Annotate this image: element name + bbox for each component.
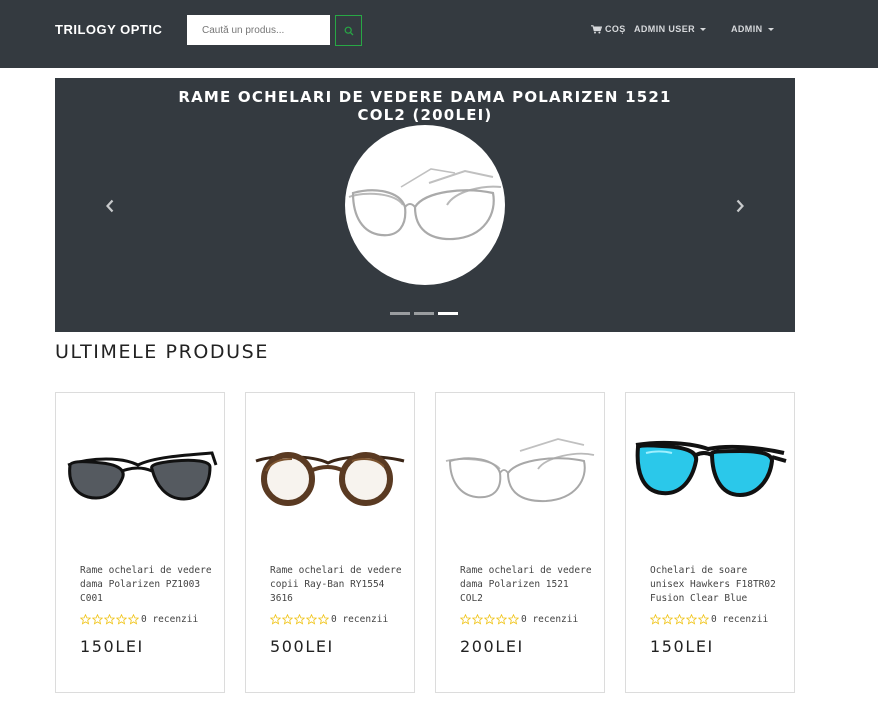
carousel-indicator-1[interactable]: [390, 312, 410, 315]
star-outline-icon: [472, 614, 483, 625]
rating-stars: [460, 614, 519, 625]
star-outline-icon: [116, 614, 127, 625]
chevron-left-icon: [106, 199, 114, 213]
cart-label: COȘ: [605, 24, 626, 34]
star-outline-icon: [650, 614, 661, 625]
review-count: 0 recenzii: [521, 614, 579, 625]
section-title: ULTIMELE PRODUSE: [55, 341, 269, 363]
carousel-indicator-3[interactable]: [438, 312, 458, 315]
product-name[interactable]: Rame ochelari de vedere copii Ray-Ban RY…: [270, 564, 405, 606]
cart-link[interactable]: COȘ: [591, 24, 626, 34]
product-image[interactable]: [632, 431, 788, 517]
star-outline-icon: [294, 614, 305, 625]
product-card[interactable]: Rame ochelari de vedere dama Polarizen P…: [55, 392, 225, 693]
rating-stars: [80, 614, 139, 625]
star-outline-icon: [92, 614, 103, 625]
chevron-right-icon: [736, 199, 744, 213]
user-dropdown-toggle[interactable]: ADMIN USER: [634, 24, 707, 34]
cart-icon: [591, 24, 602, 34]
product-carousel: RAME OCHELARI DE VEDERE DAMA POLARIZEN 1…: [55, 78, 795, 332]
brand-logo-link[interactable]: TRILOGY OPTIC: [55, 22, 162, 37]
product-card[interactable]: Rame ochelari de vedere copii Ray-Ban RY…: [245, 392, 415, 693]
search-button[interactable]: [335, 15, 362, 46]
product-image[interactable]: [252, 431, 408, 517]
star-outline-icon: [460, 614, 471, 625]
star-outline-icon: [270, 614, 281, 625]
star-outline-icon: [104, 614, 115, 625]
product-rating: 0 recenzii: [270, 614, 388, 625]
product-card[interactable]: Ochelari de soare unisex Hawkers F18TR02…: [625, 392, 795, 693]
carousel-prev-button[interactable]: [100, 196, 120, 216]
admin-menu-label: ADMIN: [731, 24, 763, 34]
glasses-image: [445, 438, 595, 503]
user-menu-label: ADMIN USER: [634, 24, 696, 34]
review-count: 0 recenzii: [711, 614, 769, 625]
star-outline-icon: [674, 614, 685, 625]
admin-dropdown-toggle[interactable]: ADMIN: [731, 24, 774, 34]
star-outline-icon: [282, 614, 293, 625]
product-rating: 0 recenzii: [80, 614, 198, 625]
rating-stars: [270, 614, 329, 625]
carousel-slide-title[interactable]: RAME OCHELARI DE VEDERE DAMA POLARIZEN 1…: [175, 88, 675, 124]
product-name[interactable]: Ochelari de soare unisex Hawkers F18TR02…: [650, 564, 785, 606]
star-outline-icon: [508, 614, 519, 625]
carousel-indicator-2[interactable]: [414, 312, 434, 315]
product-price: 150LEI: [80, 637, 144, 656]
rating-stars: [650, 614, 709, 625]
product-name[interactable]: Rame ochelari de vedere dama Polarizen 1…: [460, 564, 595, 606]
product-card[interactable]: Rame ochelari de vedere dama Polarizen 1…: [435, 392, 605, 693]
product-price: 500LEI: [270, 637, 334, 656]
product-name[interactable]: Rame ochelari de vedere dama Polarizen P…: [80, 564, 215, 606]
sunglasses-image: [67, 451, 218, 501]
glasses-image: [255, 452, 405, 506]
star-outline-icon: [496, 614, 507, 625]
star-outline-icon: [484, 614, 495, 625]
carousel-next-button[interactable]: [730, 196, 750, 216]
product-price: 150LEI: [650, 637, 714, 656]
star-outline-icon: [128, 614, 139, 625]
review-count: 0 recenzii: [141, 614, 199, 625]
review-count: 0 recenzii: [331, 614, 389, 625]
search-input[interactable]: [187, 15, 330, 45]
star-outline-icon: [662, 614, 673, 625]
product-image[interactable]: [442, 431, 598, 517]
caret-down-icon: [700, 27, 707, 31]
star-outline-icon: [698, 614, 709, 625]
product-price: 200LEI: [460, 637, 524, 656]
product-rating: 0 recenzii: [650, 614, 768, 625]
star-outline-icon: [80, 614, 91, 625]
sunglasses-image: [635, 440, 787, 498]
caret-down-icon: [767, 27, 774, 31]
star-outline-icon: [318, 614, 329, 625]
carousel-product-image[interactable]: [345, 125, 505, 285]
product-image[interactable]: [62, 431, 218, 517]
glasses-image: [348, 168, 502, 241]
search-icon: [344, 26, 353, 35]
star-outline-icon: [686, 614, 697, 625]
carousel-indicators: [390, 312, 458, 315]
top-navbar: TRILOGY OPTIC COȘ ADMIN USER ADMIN: [0, 0, 878, 68]
star-outline-icon: [306, 614, 317, 625]
product-rating: 0 recenzii: [460, 614, 578, 625]
